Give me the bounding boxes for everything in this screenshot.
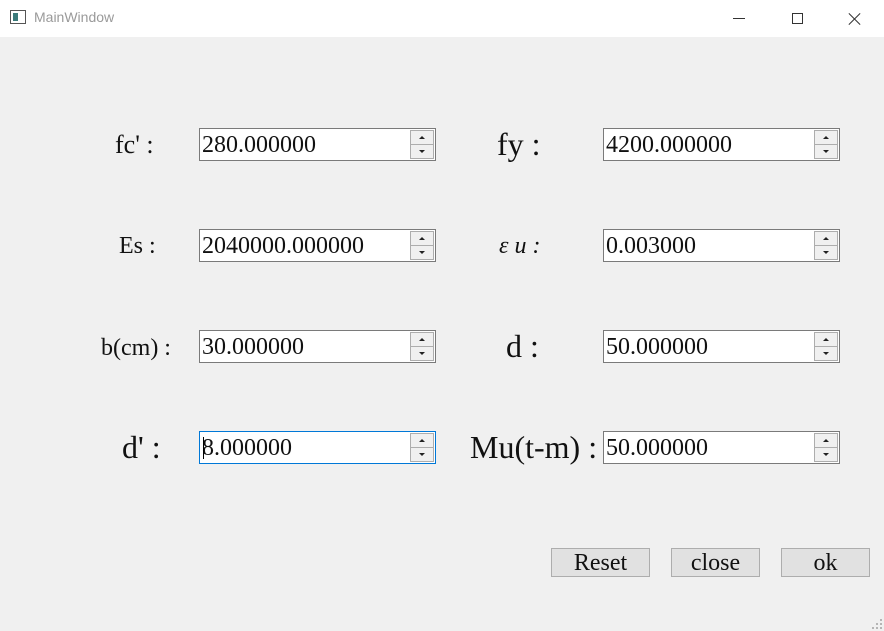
maximize-button[interactable] [768, 0, 826, 37]
resize-grip-icon[interactable] [872, 619, 882, 629]
arrow-down-icon [823, 453, 829, 456]
arrow-up-icon [823, 338, 829, 341]
arrow-up-icon [823, 237, 829, 240]
title-bar: MainWindow [0, 0, 884, 37]
fc-spinbox[interactable]: 280.000000 [199, 128, 436, 161]
eu-stepper [814, 231, 838, 260]
es-value[interactable]: 2040000.000000 [202, 234, 364, 258]
arrow-down-icon [823, 352, 829, 355]
fy-decrement-button[interactable] [814, 144, 838, 159]
dprime-increment-button[interactable] [410, 433, 434, 447]
fy-stepper [814, 130, 838, 159]
eu-value[interactable]: 0.003000 [606, 234, 696, 258]
eu-increment-button[interactable] [814, 231, 838, 245]
arrow-up-icon [823, 136, 829, 139]
maximize-icon [791, 13, 803, 24]
arrow-up-icon [419, 439, 425, 442]
arrow-down-icon [419, 453, 425, 456]
app-window-icon [10, 10, 26, 24]
fc-decrement-button[interactable] [410, 144, 434, 159]
arrow-up-icon [419, 338, 425, 341]
close-button[interactable]: close [671, 548, 760, 577]
d-decrement-button[interactable] [814, 346, 838, 361]
minimize-icon [733, 18, 745, 19]
fy-increment-button[interactable] [814, 130, 838, 144]
es-stepper [410, 231, 434, 260]
arrow-down-icon [419, 352, 425, 355]
es-spinbox[interactable]: 2040000.000000 [199, 229, 436, 262]
mu-decrement-button[interactable] [814, 447, 838, 462]
b-label: b(cm) : [101, 335, 171, 361]
fy-label: fy : [497, 126, 541, 162]
dprime-stepper [410, 433, 434, 462]
mu-value[interactable]: 50.000000 [606, 436, 708, 460]
window-title: MainWindow [34, 9, 115, 25]
eu-label: ε u : [499, 233, 541, 259]
b-spinbox[interactable]: 30.000000 [199, 330, 436, 363]
eu-spinbox[interactable]: 0.003000 [603, 229, 840, 262]
ok-button[interactable]: ok [781, 548, 870, 577]
mu-spinbox[interactable]: 50.000000 [603, 431, 840, 464]
es-increment-button[interactable] [410, 231, 434, 245]
minimize-button[interactable] [710, 0, 768, 37]
b-value[interactable]: 30.000000 [202, 335, 304, 359]
fc-stepper [410, 130, 434, 159]
mu-increment-button[interactable] [814, 433, 838, 447]
reset-button[interactable]: Reset [551, 548, 650, 577]
mu-label: Mu(t-m) : [470, 429, 598, 465]
fy-value[interactable]: 4200.000000 [606, 133, 732, 157]
close-icon [848, 12, 862, 26]
arrow-up-icon [419, 136, 425, 139]
es-label: Es : [119, 233, 156, 259]
dprime-decrement-button[interactable] [410, 447, 434, 462]
dprime-value[interactable]: 8.000000 [202, 436, 292, 460]
b-decrement-button[interactable] [410, 346, 434, 361]
d-spinbox[interactable]: 50.000000 [603, 330, 840, 363]
window-close-button[interactable] [826, 0, 884, 37]
d-value[interactable]: 50.000000 [606, 335, 708, 359]
arrow-down-icon [823, 251, 829, 254]
dprime-spinbox[interactable]: 8.000000 [199, 431, 436, 464]
arrow-up-icon [823, 439, 829, 442]
text-cursor [203, 437, 204, 459]
d-stepper [814, 332, 838, 361]
b-stepper [410, 332, 434, 361]
arrow-down-icon [419, 150, 425, 153]
fc-label: fc' : [115, 130, 154, 159]
b-increment-button[interactable] [410, 332, 434, 346]
fc-value[interactable]: 280.000000 [202, 133, 316, 157]
fy-spinbox[interactable]: 4200.000000 [603, 128, 840, 161]
arrow-up-icon [419, 237, 425, 240]
arrow-down-icon [823, 150, 829, 153]
mu-stepper [814, 433, 838, 462]
d-label: d : [506, 328, 539, 364]
arrow-down-icon [419, 251, 425, 254]
es-decrement-button[interactable] [410, 245, 434, 260]
dprime-label: d' : [122, 429, 161, 465]
fc-increment-button[interactable] [410, 130, 434, 144]
d-increment-button[interactable] [814, 332, 838, 346]
eu-decrement-button[interactable] [814, 245, 838, 260]
